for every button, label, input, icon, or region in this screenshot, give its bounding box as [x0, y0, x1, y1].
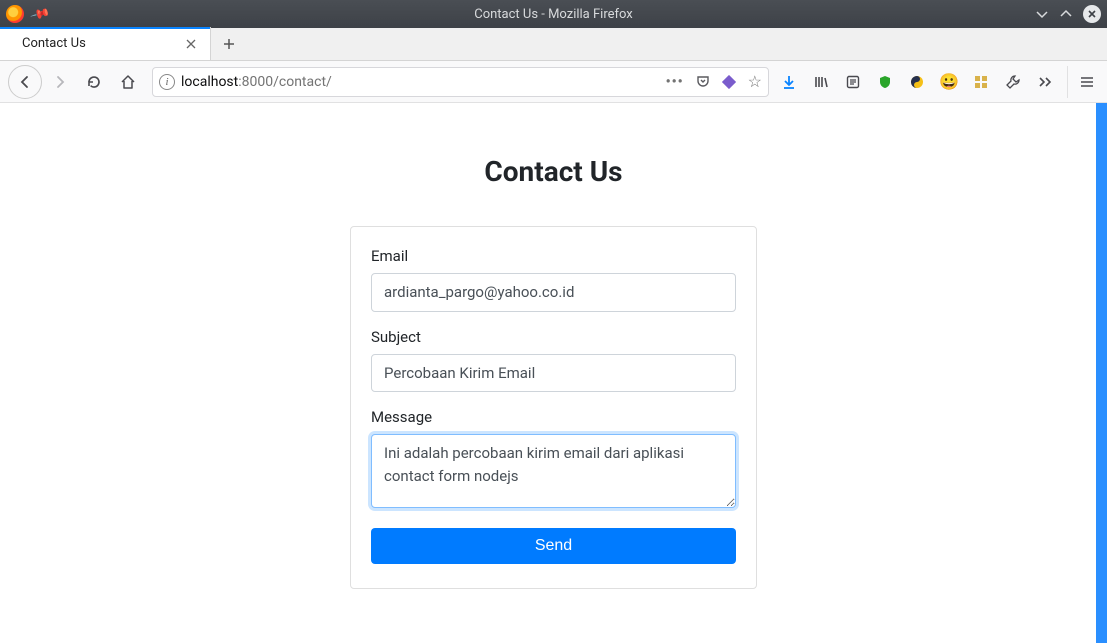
window-close-button[interactable] [1083, 5, 1101, 23]
window-minimize-button[interactable] [1035, 7, 1049, 21]
send-button[interactable]: Send [371, 528, 736, 564]
active-tab-indicator [0, 27, 210, 29]
tab-contact-us[interactable]: Contact Us [0, 27, 211, 60]
tab-close-button[interactable] [182, 35, 200, 53]
reload-button[interactable] [78, 66, 110, 98]
contact-form-card: Email Subject Message Send [350, 226, 757, 589]
container-icon[interactable] [722, 75, 736, 89]
forward-button[interactable] [44, 66, 76, 98]
tab-label: Contact Us [22, 36, 86, 51]
subject-label: Subject [371, 328, 736, 346]
subject-field[interactable] [371, 354, 736, 393]
ublock-icon[interactable] [875, 72, 895, 92]
grid-extension-icon[interactable] [971, 72, 991, 92]
window-maximize-button[interactable] [1059, 7, 1073, 21]
devtools-icon[interactable] [1003, 72, 1023, 92]
window-title: Contact Us - Mozilla Firefox [0, 7, 1107, 22]
message-label: Message [371, 408, 736, 426]
url-host: localhost [181, 74, 238, 90]
app-menu-button[interactable] [1067, 66, 1099, 98]
home-button[interactable] [112, 66, 144, 98]
back-button[interactable] [8, 65, 42, 99]
navigation-toolbar: i localhost:8000/contact/ ••• ☆ [0, 61, 1107, 103]
url-text: localhost:8000/contact/ [181, 74, 332, 90]
new-tab-button[interactable] [211, 27, 247, 60]
url-path: :8000/contact/ [238, 74, 332, 90]
page-heading: Contact Us [0, 155, 1107, 188]
window-title-bar: 📌 Contact Us - Mozilla Firefox [0, 0, 1107, 28]
bookmark-star-icon[interactable]: ☆ [748, 72, 762, 91]
vertical-scrollbar-thumb[interactable] [1096, 103, 1107, 643]
email-label: Email [371, 247, 736, 265]
pin-icon[interactable]: 📌 [29, 3, 51, 24]
downloads-icon[interactable] [779, 72, 799, 92]
message-field[interactable] [371, 434, 736, 508]
page-viewport: Contact Us Email Subject Message Send [0, 103, 1107, 643]
vertical-scrollbar-track[interactable] [1096, 103, 1107, 643]
firefox-logo-icon [6, 5, 24, 23]
url-bar[interactable]: i localhost:8000/contact/ ••• ☆ [152, 67, 769, 97]
reader-view-icon[interactable] [843, 72, 863, 92]
page-content: Contact Us Email Subject Message Send [0, 103, 1107, 589]
tab-strip: Contact Us [0, 28, 1107, 61]
email-field[interactable] [371, 273, 736, 312]
emoji-extension-icon[interactable]: 😀 [939, 72, 959, 92]
toolbar-extensions: 😀 [777, 72, 1059, 92]
site-info-icon[interactable]: i [159, 74, 175, 90]
page-actions-icon[interactable]: ••• [666, 74, 684, 90]
extension-yin-yang-icon[interactable] [907, 72, 927, 92]
pocket-icon[interactable] [696, 75, 710, 89]
overflow-chevrons-icon[interactable] [1035, 72, 1055, 92]
library-icon[interactable] [811, 72, 831, 92]
